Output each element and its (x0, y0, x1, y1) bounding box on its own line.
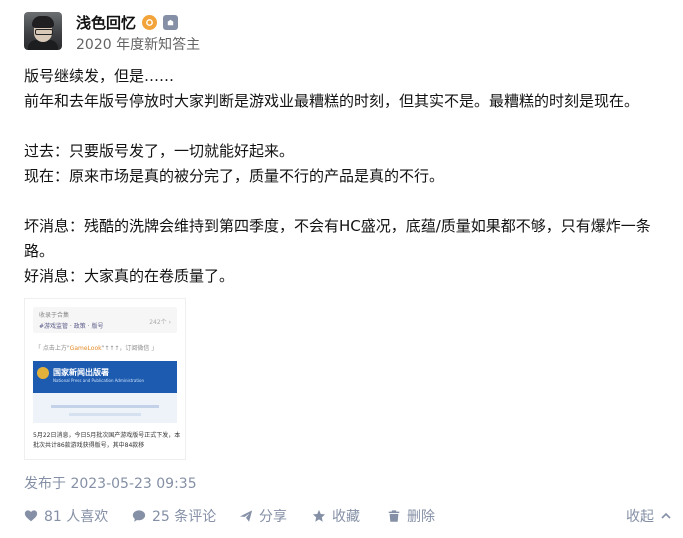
paragraph: 过去：只要版号发了，一切就能好起来。 (24, 142, 295, 160)
comment-icon (132, 510, 146, 522)
paragraph: 前年和去年版号停放时大家判断是游戏业最糟糕的时刻，但其实不是。最糟糕的时刻是现在… (24, 92, 640, 110)
delete-label: 删除 (407, 509, 435, 525)
star-icon (312, 509, 326, 522)
answer-header: 浅色回忆 2020 年度新知答主 (24, 12, 664, 53)
share-button[interactable]: 分享 (239, 506, 287, 526)
banner-panel (33, 393, 177, 423)
paragraph: 坏消息：残酷的洗牌会维持到第四季度，不会有HC盛况，底蕴/质量如果都不够，只有爆… (24, 217, 651, 260)
favorite-button[interactable]: 收藏 (312, 506, 360, 526)
nppa-banner: 国家新闻出版署 National Press and Publication A… (33, 361, 177, 393)
banner-subtitle: National Press and Publication Administr… (53, 378, 145, 383)
publish-date[interactable]: 发布于 2023-05-23 09:35 (24, 473, 197, 493)
image-preview[interactable]: 收录于合集 #游戏监管 · 政策 · 版号 242个 › 「 点击上方"Game… (24, 298, 186, 460)
author-subtitle: 2020 年度新知答主 (76, 37, 201, 53)
action-bar: 81 人喜欢 25 条评论 分享 收藏 删除 收起 (24, 506, 672, 526)
image-caption: 5月22日消息，今日5月批次国产游戏版号正式下发，本批次共计86款游戏获得版号，… (33, 432, 181, 449)
trash-icon (388, 510, 400, 522)
favorite-label: 收藏 (332, 509, 360, 525)
author-row: 浅色回忆 (76, 12, 179, 33)
collapse-button[interactable]: 收起 (626, 506, 672, 526)
paragraph: 版号继续发，但是…… (24, 67, 175, 85)
collection-label: 收录于合集 (39, 312, 70, 319)
like-button[interactable]: 81 人喜欢 (24, 506, 108, 526)
paragraph: 现在：原来市场是真的被分完了，质量不行的产品是真的不行。 (24, 167, 445, 185)
emblem-icon (37, 367, 49, 379)
delete-button[interactable]: 删除 (387, 506, 435, 526)
share-icon (239, 510, 253, 522)
answer-content: 版号继续发，但是…… 前年和去年版号停放时大家判断是游戏业最糟糕的时刻，但其实不… (24, 64, 664, 289)
author-name[interactable]: 浅色回忆 (76, 12, 136, 33)
collection-count: 242个 › (149, 319, 171, 326)
comment-button[interactable]: 25 条评论 (132, 506, 216, 526)
collection-tags: #游戏监管 · 政策 · 版号 (39, 323, 104, 330)
chevron-up-icon (661, 512, 671, 519)
heart-icon (24, 510, 38, 522)
collection-box: 收录于合集 #游戏监管 · 政策 · 版号 242个 › (33, 307, 177, 333)
banner-title: 国家新闻出版署 (53, 368, 109, 377)
gray-badge-icon[interactable] (163, 14, 179, 30)
collapse-label: 收起 (626, 509, 654, 525)
share-label: 分享 (259, 509, 287, 525)
paragraph: 好消息：大家真的在卷质量了。 (24, 267, 235, 285)
like-count: 81 人喜欢 (44, 509, 109, 525)
orange-badge-icon[interactable] (142, 14, 158, 30)
avatar[interactable] (24, 12, 62, 50)
comment-count: 25 条评论 (152, 509, 217, 525)
subscribe-line: 「 点击上方"GameLook"↑↑↑，订阅微信 」 (35, 345, 158, 352)
